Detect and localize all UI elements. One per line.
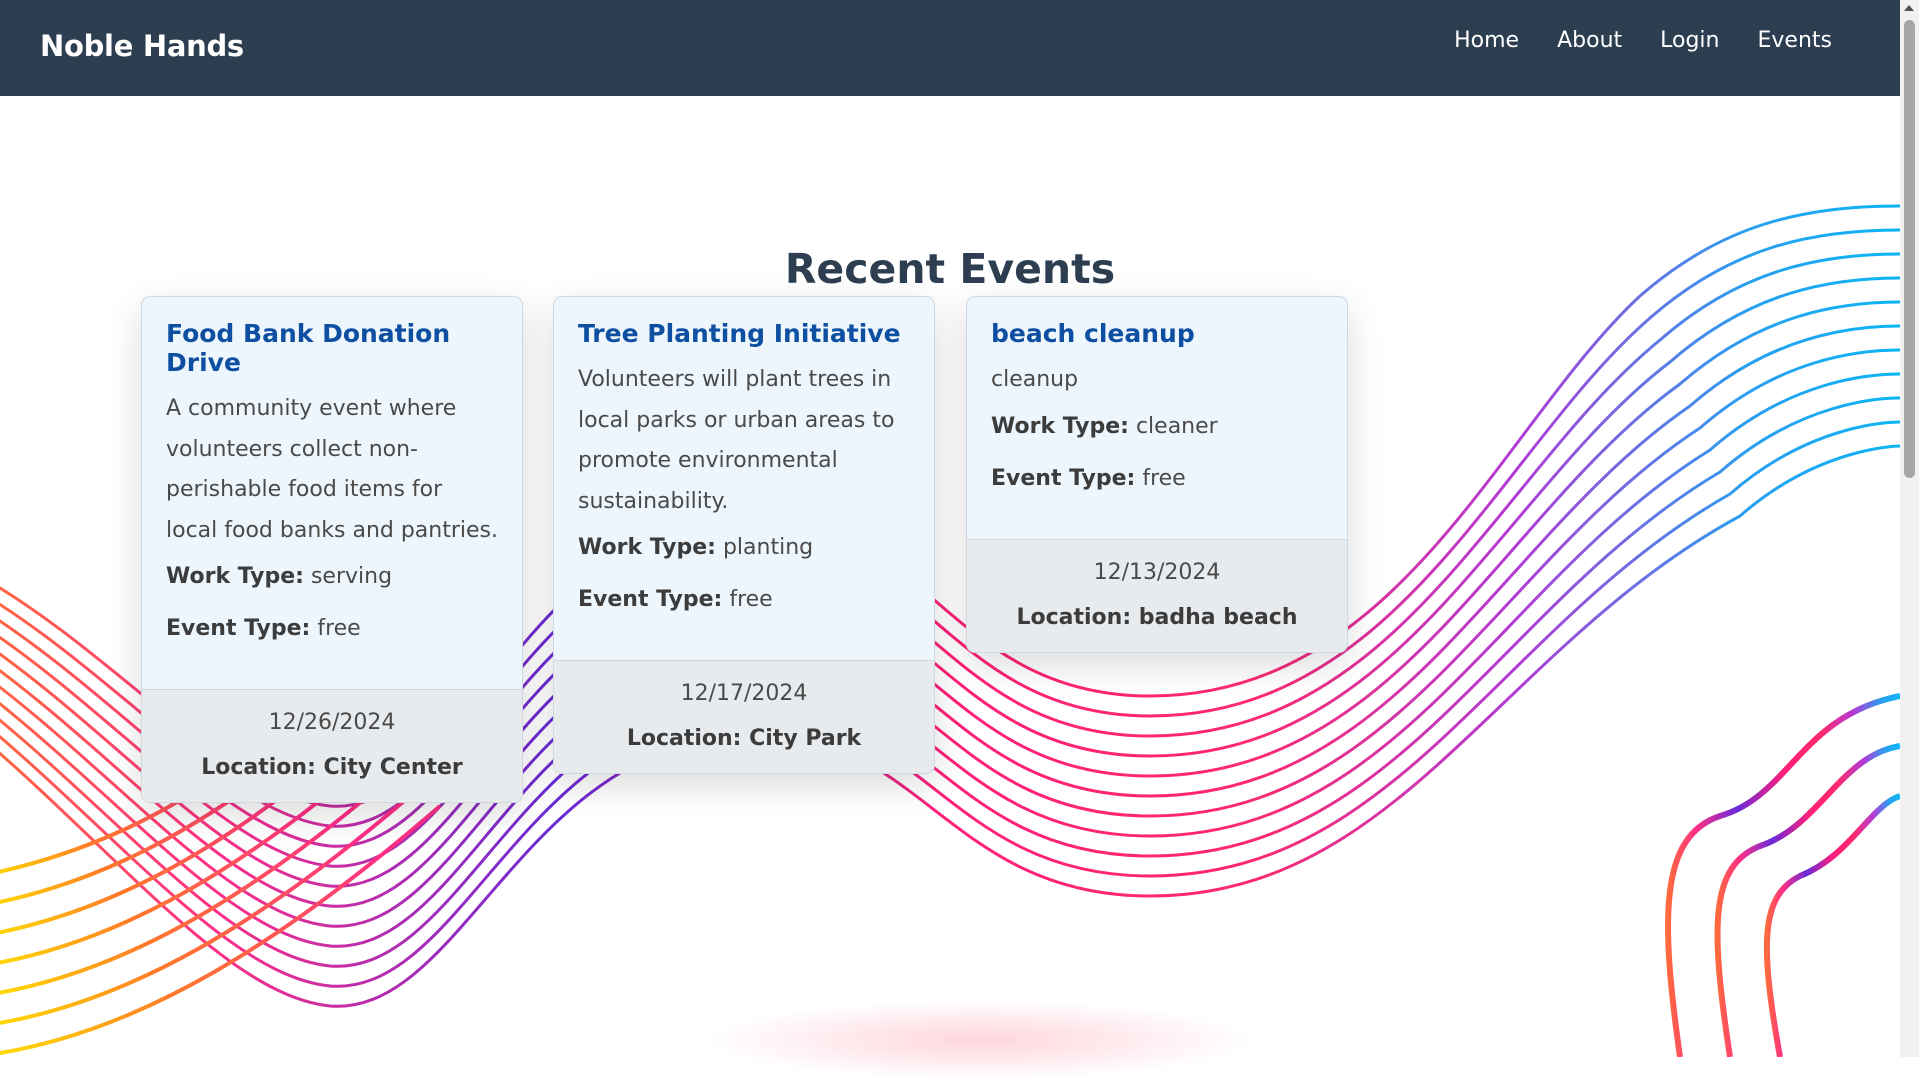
nav-link-events[interactable]: Events: [1758, 28, 1833, 53]
event-type-value: free: [729, 587, 773, 612]
work-type-value: planting: [722, 535, 814, 560]
event-date: 12/13/2024: [1093, 559, 1221, 585]
event-type-row: Event Type: free: [578, 584, 910, 616]
event-type-label: Event Type:: [578, 587, 723, 612]
event-location: Location: City Park: [626, 726, 862, 751]
right-wave-loops: [1665, 693, 1900, 1057]
event-date: 12/17/2024: [680, 681, 808, 706]
scrollbar-thumb[interactable]: [1904, 20, 1915, 478]
event-type-label: Event Type:: [166, 616, 311, 641]
brand-logo[interactable]: Noble Hands: [40, 29, 244, 63]
event-title[interactable]: Food Bank Donation Drive: [166, 319, 498, 377]
event-location: Location: City Center: [201, 755, 463, 780]
event-type-value: free: [317, 616, 361, 641]
top-navbar: Noble Hands Home About Login Events: [0, 0, 1900, 96]
work-type-row: Work Type: cleaner: [991, 411, 1323, 443]
event-title[interactable]: Tree Planting Initiative: [578, 319, 910, 348]
card-body: Food Bank Donation Drive A community eve…: [142, 297, 522, 689]
event-date: 12/26/2024: [268, 710, 396, 735]
nav-link-about[interactable]: About: [1557, 28, 1622, 53]
bottom-glow: [700, 1000, 1260, 1080]
event-card-tree-planting[interactable]: Tree Planting Initiative Volunteers will…: [553, 296, 935, 774]
card-body: beach cleanup cleanup Work Type: cleaner…: [967, 297, 1347, 539]
event-description: cleanup: [991, 367, 1079, 392]
work-type-label: Work Type:: [578, 535, 716, 560]
card-body: Tree Planting Initiative Volunteers will…: [554, 297, 934, 660]
nav-links: Home About Login Events: [1454, 28, 1832, 53]
work-type-label: Work Type:: [991, 413, 1129, 439]
work-type-value: cleaner: [1135, 413, 1218, 439]
card-footer: 12/26/2024 Location: City Center: [142, 689, 522, 802]
event-type-row: Event Type: free: [166, 613, 498, 645]
event-card-beach-cleanup[interactable]: beach cleanup cleanup Work Type: cleaner…: [966, 296, 1348, 653]
event-type-row: Event Type: free: [991, 463, 1323, 495]
work-type-row: Work Type: planting: [578, 532, 910, 564]
work-type-value: serving: [310, 564, 393, 589]
nav-link-login[interactable]: Login: [1660, 28, 1719, 53]
event-description: Volunteers will plant trees in local par…: [578, 367, 895, 514]
work-type-label: Work Type:: [166, 564, 304, 589]
event-type-label: Event Type:: [991, 465, 1136, 491]
event-location: Location: badha beach: [1016, 604, 1298, 630]
card-footer: 12/13/2024 Location: badha beach: [967, 538, 1347, 652]
event-description: A community event where volunteers colle…: [166, 396, 499, 543]
event-type-value: free: [1142, 465, 1186, 491]
card-footer: 12/17/2024 Location: City Park: [554, 660, 934, 773]
event-title[interactable]: beach cleanup: [991, 319, 1323, 348]
work-type-row: Work Type: serving: [166, 561, 498, 593]
nav-link-home[interactable]: Home: [1454, 28, 1519, 53]
section-title: Recent Events: [784, 245, 1116, 294]
scroll-up-arrow-icon[interactable]: [1904, 5, 1914, 11]
event-card-food-bank[interactable]: Food Bank Donation Drive A community eve…: [141, 296, 523, 803]
